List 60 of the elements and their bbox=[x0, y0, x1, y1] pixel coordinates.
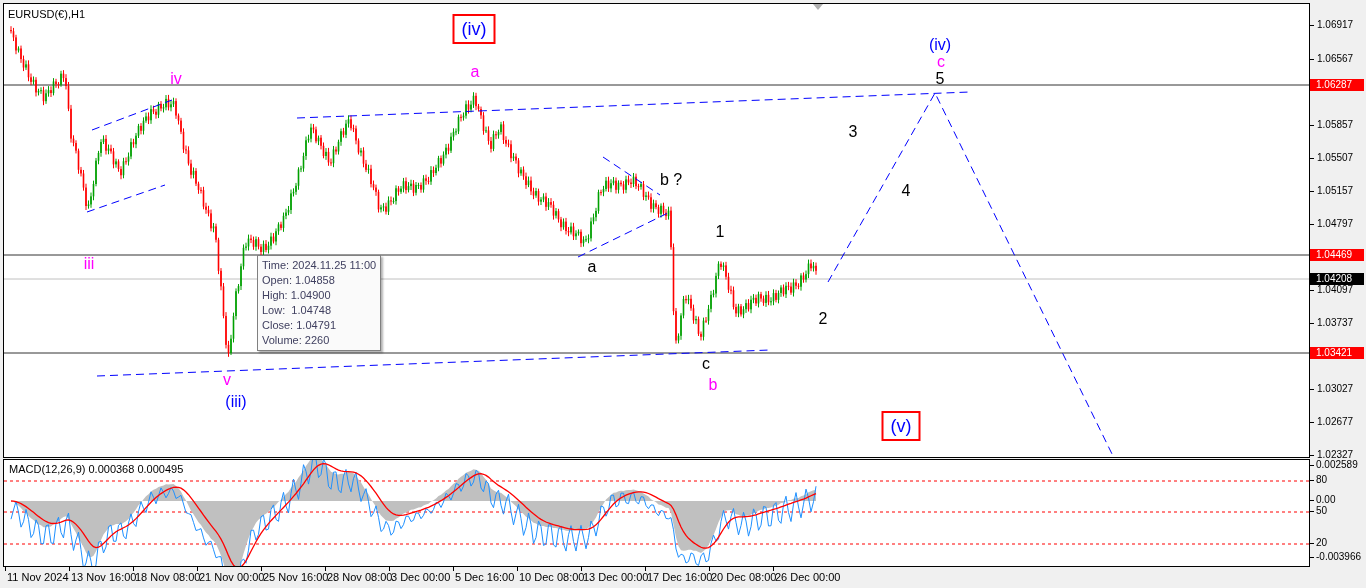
price-label: 1.05507 bbox=[1317, 153, 1354, 163]
price-tag: 1.03421 bbox=[1310, 347, 1364, 359]
price-tag: 1.04208 bbox=[1310, 273, 1364, 285]
wave-label: 1 bbox=[715, 224, 725, 240]
time-label: 13 Dec 00:00 bbox=[583, 572, 649, 583]
price-label: 1.03737 bbox=[1317, 318, 1354, 328]
tooltip-line: Low: 1.04748 bbox=[262, 303, 333, 318]
time-label: 17 Dec 16:00 bbox=[647, 572, 713, 583]
time-label: 13 Nov 16:00 bbox=[71, 572, 137, 583]
tooltip-line: Volume: 2260 bbox=[262, 333, 331, 348]
wave-label: c bbox=[937, 54, 945, 70]
price-label: 1.05857 bbox=[1317, 120, 1354, 130]
wave-label: a bbox=[470, 64, 480, 80]
price-label: 1.02677 bbox=[1317, 417, 1354, 427]
wave-label: 3 bbox=[848, 124, 858, 140]
price-tag: 1.04469 bbox=[1310, 249, 1364, 261]
price-tag: 1.06287 bbox=[1310, 79, 1364, 91]
wave-label: 4 bbox=[901, 183, 911, 199]
wave-label: b bbox=[708, 377, 718, 393]
tooltip-line: High: 1.04900 bbox=[262, 288, 332, 303]
wave-label: (iii) bbox=[225, 394, 247, 410]
price-label: 1.04097 bbox=[1317, 285, 1354, 295]
price-label: 1.06917 bbox=[1317, 20, 1354, 30]
wave-label: a bbox=[587, 259, 597, 275]
indicator-axis-label: -0.003966 bbox=[1316, 552, 1362, 562]
time-label: 5 Dec 16:00 bbox=[455, 572, 515, 583]
wave-label: b ? bbox=[659, 172, 683, 188]
time-label: 10 Dec 08:00 bbox=[519, 572, 585, 583]
chart-title: EURUSD(€),H1 bbox=[8, 9, 85, 20]
indicator-axis-label: 20 bbox=[1316, 538, 1328, 548]
indicator-axis-label: 0.00 bbox=[1316, 495, 1336, 505]
time-label: 25 Nov 16:00 bbox=[263, 572, 329, 583]
wave-label: 2 bbox=[818, 311, 828, 327]
indicator-axis-label: 0.002589 bbox=[1316, 460, 1358, 470]
tooltip-line: Time: 2024.11.25 11:00 bbox=[262, 258, 377, 273]
wave-label: iv bbox=[170, 71, 182, 87]
indicator-title: MACD(12,26,9) 0.000368 0.000495 bbox=[9, 464, 184, 475]
time-label: 20 Dec 08:00 bbox=[711, 572, 777, 583]
wave-label: iii bbox=[83, 256, 95, 272]
price-label: 1.02327 bbox=[1317, 450, 1354, 460]
time-label: 28 Nov 08:00 bbox=[327, 572, 393, 583]
time-label: 3 Dec 00:00 bbox=[391, 572, 451, 583]
price-label: 1.06567 bbox=[1317, 54, 1354, 64]
time-label: 18 Nov 08:00 bbox=[135, 572, 201, 583]
tooltip-line: Close: 1.04791 bbox=[262, 318, 337, 333]
tooltip-line: Open: 1.04858 bbox=[262, 273, 336, 288]
wave-label: 5 bbox=[935, 71, 945, 87]
wave-label: (iv) bbox=[928, 37, 952, 53]
price-label: 1.04797 bbox=[1317, 219, 1354, 229]
indicator-axis-label: 80 bbox=[1316, 475, 1328, 485]
time-label: 11 Nov 2024 bbox=[7, 572, 69, 583]
wave-label: (v) bbox=[881, 411, 921, 441]
price-label: 1.05157 bbox=[1317, 186, 1354, 196]
indicator-axis-label: 50 bbox=[1316, 506, 1328, 516]
wave-label: v bbox=[223, 372, 231, 388]
wave-label: (iv) bbox=[452, 14, 496, 44]
time-label: 21 Nov 00:00 bbox=[199, 572, 265, 583]
wave-label: c bbox=[702, 356, 710, 372]
price-label: 1.03027 bbox=[1317, 384, 1354, 394]
time-label: 26 Dec 00:00 bbox=[775, 572, 841, 583]
